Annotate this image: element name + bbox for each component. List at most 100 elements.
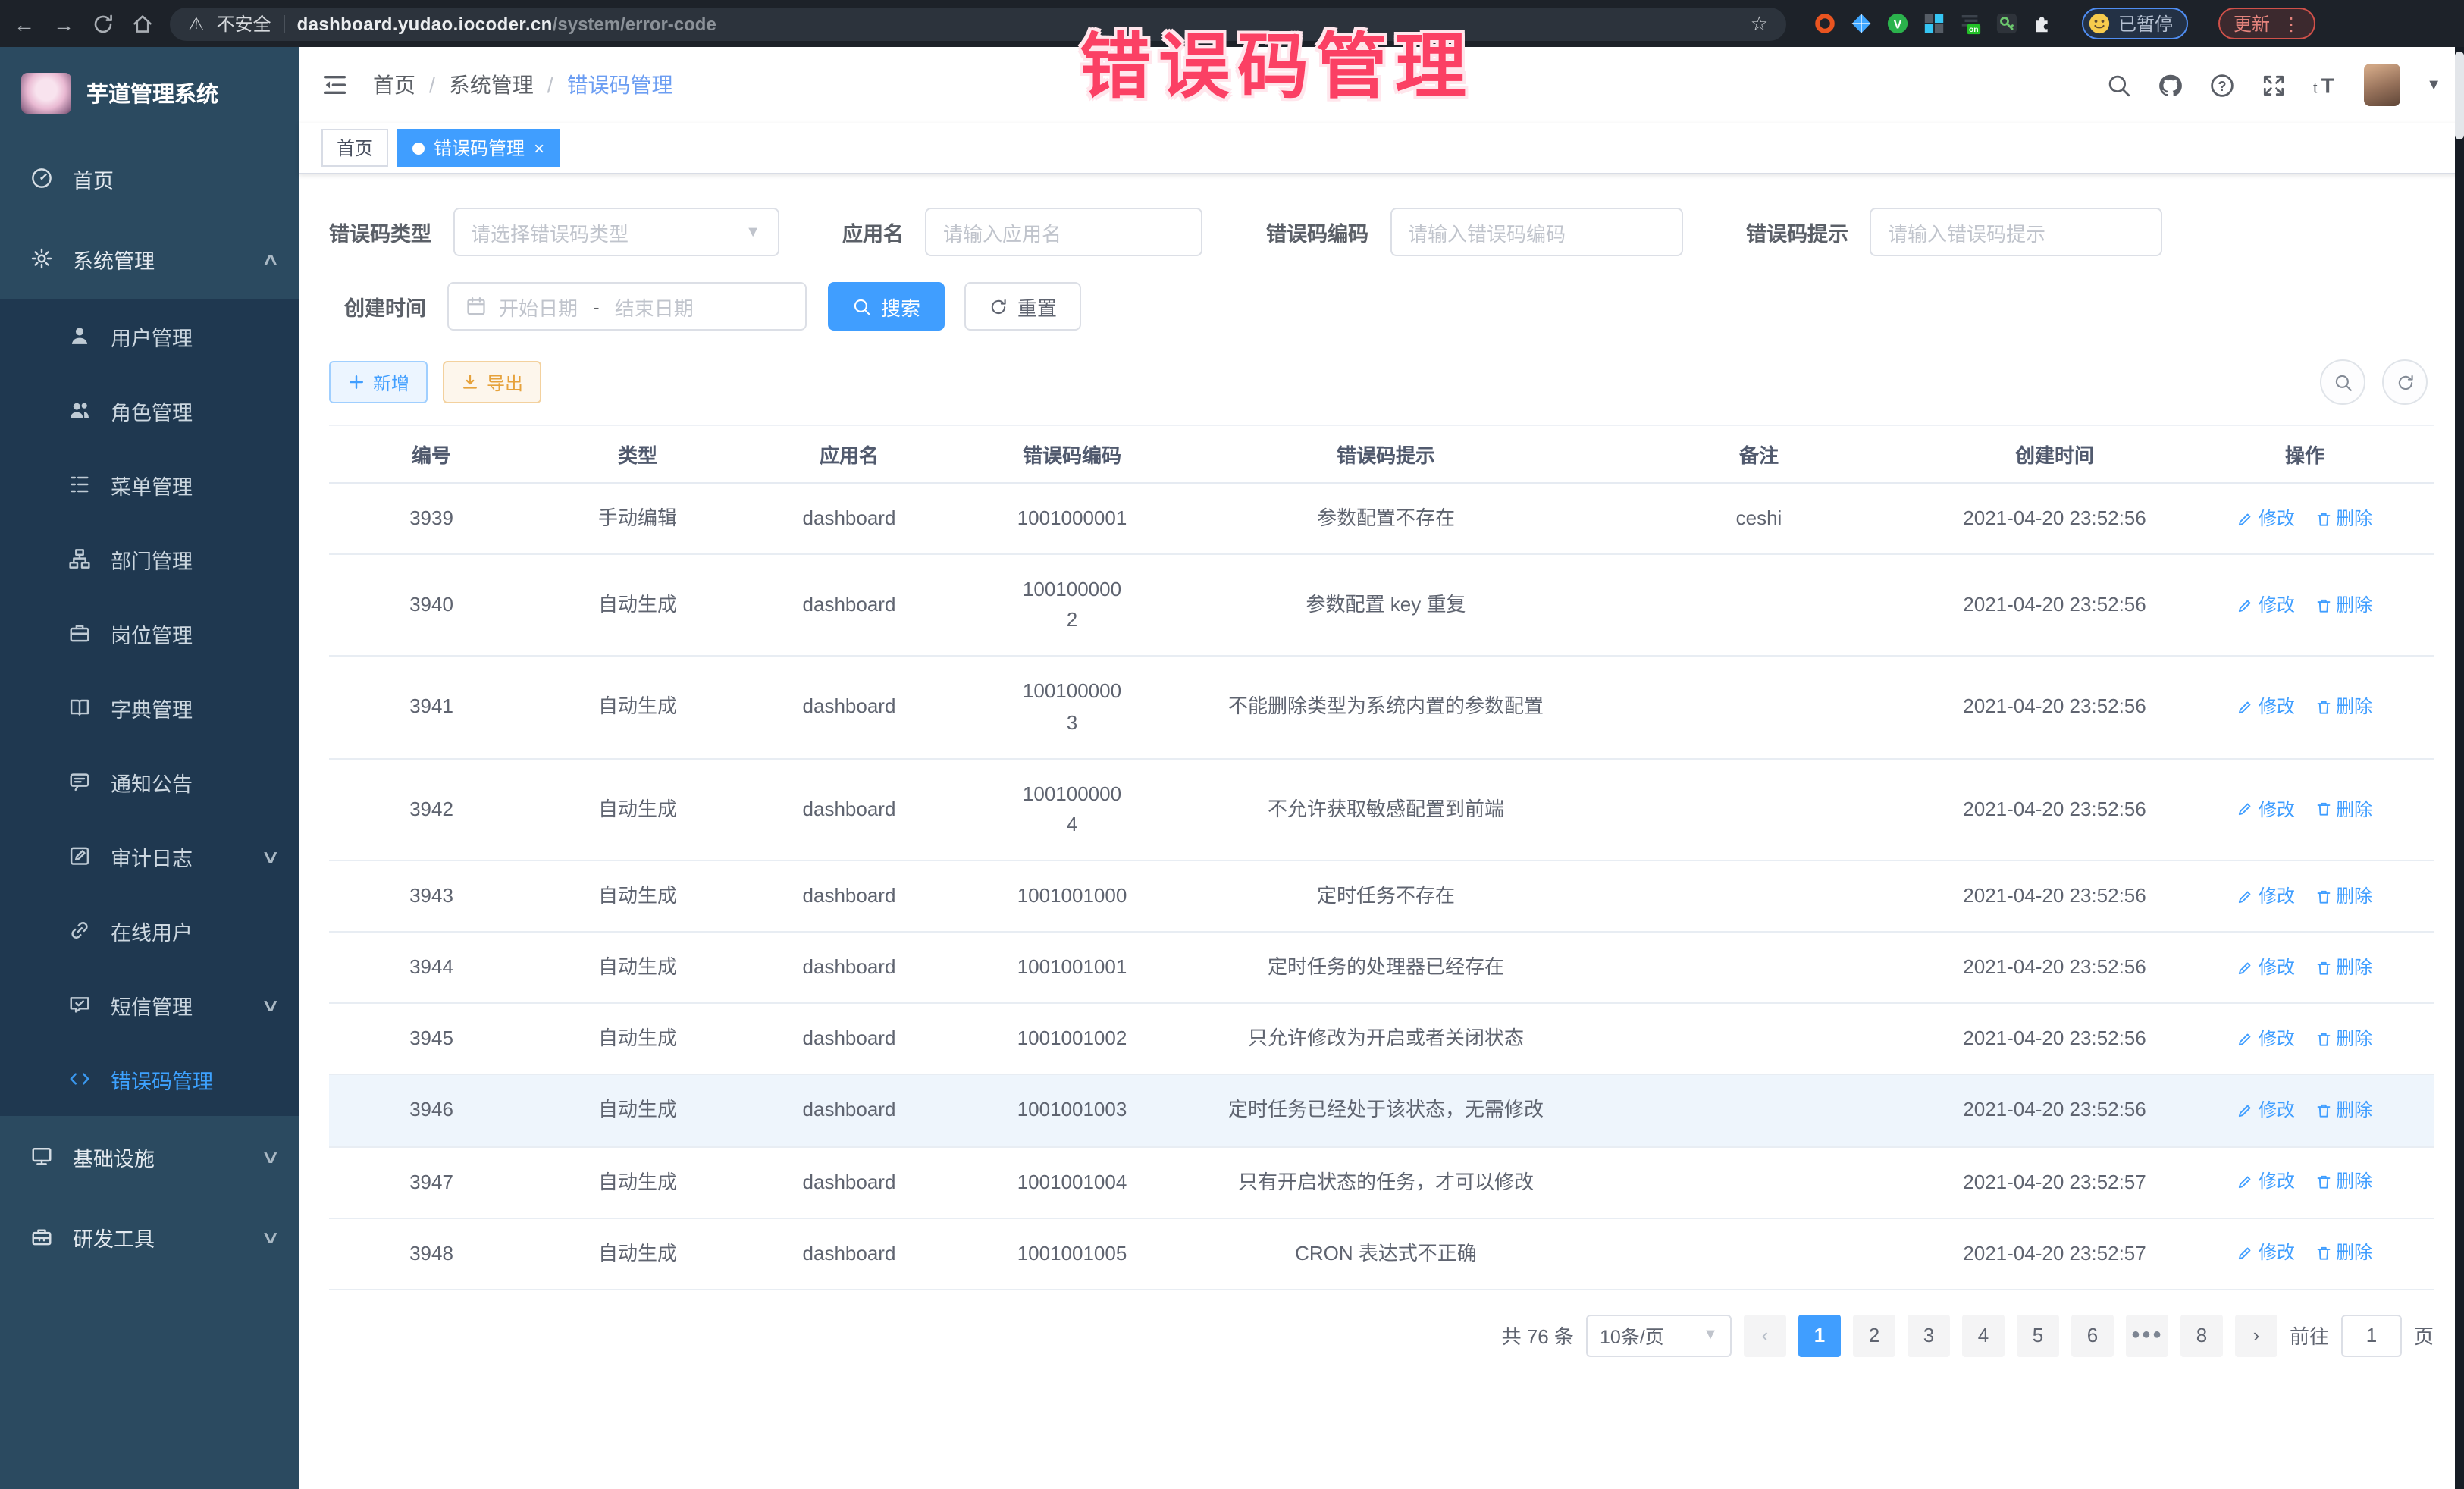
prev-page-button[interactable]: ‹ xyxy=(1744,1315,1786,1357)
edit-link[interactable]: 修改 xyxy=(2237,954,2295,982)
error-hint-input[interactable]: 请输入错误码提示 xyxy=(1870,208,2162,256)
more-pages-icon[interactable]: ●●● xyxy=(2126,1315,2168,1357)
delete-link[interactable]: 删除 xyxy=(2315,694,2372,722)
page-button-1[interactable]: 1 xyxy=(1798,1315,1841,1357)
page-button-2[interactable]: 2 xyxy=(1853,1315,1895,1357)
table-row[interactable]: 3945自动生成dashboard1001001002只允许修改为开启或者关闭状… xyxy=(329,1004,2434,1075)
page-size-select[interactable]: 10条/页 ▼ xyxy=(1586,1315,1732,1357)
error-type-select[interactable]: 请选择错误码类型 ▼ xyxy=(453,208,779,256)
delete-link[interactable]: 删除 xyxy=(2315,1096,2372,1124)
tag-close-icon[interactable]: × xyxy=(534,139,544,157)
app-logo[interactable]: 芋道管理系统 xyxy=(0,47,299,138)
breadcrumb-system[interactable]: 系统管理 xyxy=(449,70,534,100)
puzzle-extension-icon[interactable] xyxy=(2032,12,2055,35)
table-row[interactable]: 3948自动生成dashboard1001001005CRON 表达式不正确20… xyxy=(329,1218,2434,1289)
sidebar-item-audit[interactable]: 审计日志∨ xyxy=(0,819,299,893)
app-name-input[interactable]: 请输入应用名 xyxy=(925,208,1202,256)
sidebar-item-notice[interactable]: 通知公告 xyxy=(0,744,299,819)
refresh-table-button[interactable] xyxy=(2382,359,2428,405)
reset-button[interactable]: 重置 xyxy=(964,282,1081,331)
error-code-input[interactable]: 请输入错误码编码 xyxy=(1390,208,1682,256)
page-button-6[interactable]: 6 xyxy=(2071,1315,2114,1357)
search-button[interactable]: 搜索 xyxy=(828,282,945,331)
sidebar-item-post[interactable]: 岗位管理 xyxy=(0,596,299,670)
edit-link[interactable]: 修改 xyxy=(2237,1096,2295,1124)
table-row[interactable]: 3940自动生成dashboard1001000002参数配置 key 重复20… xyxy=(329,554,2434,657)
table-row[interactable]: 3944自动生成dashboard1001001001定时任务的处理器已经存在2… xyxy=(329,932,2434,1003)
sidebar-item-error-code[interactable]: 错误码管理 xyxy=(0,1042,299,1116)
delete-link[interactable]: 删除 xyxy=(2315,1025,2372,1053)
page-scrollbar[interactable] xyxy=(2455,47,2464,1489)
date-range-picker[interactable]: 开始日期 - 结束日期 xyxy=(447,282,807,331)
tag-home[interactable]: 首页 xyxy=(321,129,388,167)
grid-extension-icon[interactable] xyxy=(1923,12,1945,35)
next-page-button[interactable]: › xyxy=(2235,1315,2277,1357)
fullscreen-icon[interactable] xyxy=(2261,72,2287,98)
browser-reload-icon[interactable] xyxy=(91,11,115,36)
browser-update-button[interactable]: 更新 ⋮ xyxy=(2218,8,2315,39)
sidebar-item-system[interactable]: 系统管理∧ xyxy=(0,218,299,299)
browser-forward-icon[interactable]: → xyxy=(52,11,76,36)
ubuntu-extension-icon[interactable] xyxy=(1814,12,1836,35)
font-size-icon[interactable]: tT xyxy=(2312,72,2338,98)
sidebar-item-role[interactable]: 角色管理 xyxy=(0,373,299,447)
page-button-5[interactable]: 5 xyxy=(2017,1315,2059,1357)
sidebar-item-dict[interactable]: 字典管理 xyxy=(0,670,299,744)
edit-link[interactable]: 修改 xyxy=(2237,505,2295,533)
table-row[interactable]: 3939手动编辑dashboard1001000001参数配置不存在ceshi2… xyxy=(329,483,2434,554)
edit-link[interactable]: 修改 xyxy=(2237,882,2295,911)
browser-back-icon[interactable]: ← xyxy=(12,11,36,36)
edit-link[interactable]: 修改 xyxy=(2237,591,2295,619)
export-button[interactable]: 导出 xyxy=(443,361,541,403)
delete-link[interactable]: 删除 xyxy=(2315,882,2372,911)
table-row[interactable]: 3942自动生成dashboard1001000004不允许获取敏感配置到前端2… xyxy=(329,758,2434,860)
table-row[interactable]: 3947自动生成dashboard1001001004只有开启状态的任务，才可以… xyxy=(329,1146,2434,1218)
key-extension-icon[interactable] xyxy=(1995,12,2018,35)
sidebar-item-online[interactable]: 在线用户 xyxy=(0,893,299,967)
page-button-4[interactable]: 4 xyxy=(1962,1315,2005,1357)
goto-page-input[interactable]: 1 xyxy=(2341,1315,2402,1357)
v-badge-extension-icon[interactable]: V xyxy=(1886,12,1909,35)
user-avatar[interactable] xyxy=(2364,64,2400,106)
page-button-3[interactable]: 3 xyxy=(1908,1315,1950,1357)
toggle-search-button[interactable] xyxy=(2320,359,2365,405)
sidebar-item-devtools[interactable]: 研发工具∨ xyxy=(0,1196,299,1277)
delete-link[interactable]: 删除 xyxy=(2315,1168,2372,1196)
edit-link[interactable]: 修改 xyxy=(2237,1240,2295,1268)
user-menu-caret-icon[interactable]: ▼ xyxy=(2426,77,2441,93)
bookmark-star-icon[interactable]: ☆ xyxy=(1751,11,1768,36)
table-row[interactable]: 3943自动生成dashboard1001001000定时任务不存在2021-0… xyxy=(329,860,2434,932)
profile-paused-chip[interactable]: 已暂停 xyxy=(2082,8,2188,39)
delete-link[interactable]: 删除 xyxy=(2315,591,2372,619)
address-bar[interactable]: ⚠ 不安全 dashboard.yudao.iocoder.cn/system/… xyxy=(170,7,1786,40)
sidebar-collapse-icon[interactable] xyxy=(321,71,349,99)
edit-link[interactable]: 修改 xyxy=(2237,1168,2295,1196)
delete-link[interactable]: 删除 xyxy=(2315,954,2372,982)
browser-kebab-menu-icon[interactable]: ⋮ xyxy=(2282,14,2300,33)
help-icon[interactable]: ? xyxy=(2209,72,2235,98)
add-button[interactable]: 新增 xyxy=(329,361,428,403)
table-row[interactable]: 3941自动生成dashboard1001000003不能删除类型为系统内置的参… xyxy=(329,657,2434,759)
sidebar-item-dept[interactable]: 部门管理 xyxy=(0,522,299,596)
gem-extension-icon[interactable] xyxy=(1850,12,1873,35)
sidebar-item-infra[interactable]: 基础设施∨ xyxy=(0,1116,299,1196)
github-icon[interactable] xyxy=(2158,72,2183,98)
sidebar-item-menu[interactable]: 菜单管理 xyxy=(0,447,299,522)
sidebar-item-user[interactable]: 用户管理 xyxy=(0,299,299,373)
search-icon[interactable] xyxy=(2106,72,2132,98)
browser-home-icon[interactable] xyxy=(130,11,155,36)
edit-link[interactable]: 修改 xyxy=(2237,694,2295,722)
breadcrumb-home[interactable]: 首页 xyxy=(373,70,415,100)
delete-link[interactable]: 删除 xyxy=(2315,1240,2372,1268)
tag-error-code[interactable]: 错误码管理 × xyxy=(397,129,560,167)
sidebar-item-home[interactable]: 首页 xyxy=(0,138,299,218)
sidebar-item-sms[interactable]: 短信管理∨ xyxy=(0,967,299,1042)
scrollbar-thumb[interactable] xyxy=(2455,52,2464,139)
delete-link[interactable]: 删除 xyxy=(2315,795,2372,823)
switch-on-extension-icon[interactable]: on xyxy=(1959,12,1982,35)
edit-link[interactable]: 修改 xyxy=(2237,1025,2295,1053)
delete-link[interactable]: 删除 xyxy=(2315,505,2372,533)
page-button-8[interactable]: 8 xyxy=(2180,1315,2223,1357)
table-row[interactable]: 3946自动生成dashboard1001001003定时任务已经处于该状态，无… xyxy=(329,1075,2434,1146)
edit-link[interactable]: 修改 xyxy=(2237,795,2295,823)
